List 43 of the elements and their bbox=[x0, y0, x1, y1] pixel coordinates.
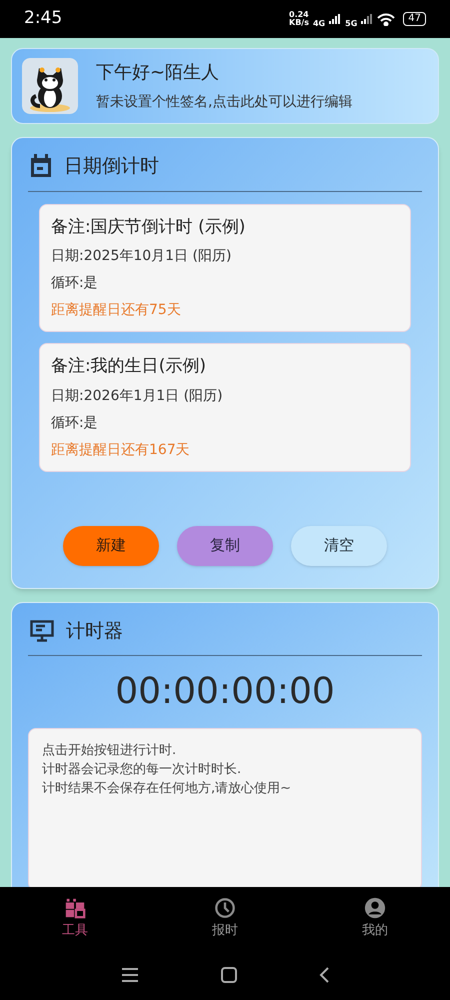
action-button[interactable]: 清空 bbox=[291, 526, 387, 566]
timer-display: 00:00:00:00 bbox=[115, 672, 335, 712]
countdown-remaining: 距离提醒日还有75天 bbox=[51, 301, 182, 320]
countdown-repeat: 循环:是 bbox=[51, 274, 99, 293]
signal-icon bbox=[329, 14, 342, 24]
monitor-icon bbox=[30, 620, 54, 642]
clock-icon bbox=[214, 896, 236, 919]
countdown-note: 备注:国庆节倒计时 (示例) bbox=[51, 216, 246, 238]
countdown-item-card[interactable]: 备注:国庆节倒计时 (示例) 日期:2025年10月1日 (阳历) 循环:是 距离提醒日还有75天 bbox=[39, 204, 411, 332]
section-title: 日期倒计时 bbox=[64, 154, 159, 179]
nav-tab[interactable]: 我的 bbox=[300, 887, 450, 950]
calendar-grid-icon bbox=[64, 896, 86, 919]
cat-avatar-drawing bbox=[22, 58, 78, 114]
signature-text[interactable]: 暂未设置个性签名,点击此处可以进行编辑 bbox=[96, 92, 352, 113]
network-type: 5G bbox=[345, 18, 358, 30]
timer-log-line: 点击开始按钮进行计时. bbox=[42, 742, 178, 760]
nav-tab[interactable]: 工具 bbox=[0, 887, 150, 950]
countdown-item-card[interactable]: 备注:我的生日(示例) 日期:2026年1月1日 (阳历) 循环:是 距离提醒日还有167天 bbox=[39, 343, 411, 472]
action-button[interactable]: 复制 bbox=[177, 526, 273, 566]
countdown-remaining: 距离提醒日还有167天 bbox=[51, 440, 191, 460]
wifi-icon bbox=[377, 12, 396, 26]
countdown-date: 日期:2025年10月1日 (阳历) bbox=[51, 247, 232, 266]
network-type: 4G bbox=[312, 18, 326, 30]
home-icon[interactable] bbox=[221, 967, 237, 983]
status-time: 2:45 bbox=[24, 7, 62, 30]
timer-log-line: 计时结果不会保存在任何地方,请放心使用~ bbox=[42, 780, 292, 798]
countdown-repeat: 循环:是 bbox=[51, 414, 99, 432]
calendar-icon bbox=[30, 154, 52, 178]
network-speed: 0.24 bbox=[289, 11, 309, 19]
greeting-text: 下午好~陌生人 bbox=[96, 61, 220, 85]
profile-card[interactable]: 下午好~陌生人 暂未设置个性签名,点击此处可以进行编辑 bbox=[11, 48, 439, 124]
user-icon bbox=[364, 896, 386, 919]
network-speed-unit: KB/s bbox=[289, 19, 309, 27]
timer-log-line: 计时器会记录您的每一次计时时长. bbox=[42, 761, 242, 779]
countdown-note: 备注:我的生日(示例) bbox=[51, 355, 207, 378]
signal-icon bbox=[361, 14, 374, 24]
section-title: 计时器 bbox=[66, 618, 123, 644]
back-icon[interactable] bbox=[319, 967, 329, 983]
menu-icon[interactable] bbox=[121, 968, 139, 982]
nav-tab[interactable]: 报时 bbox=[150, 887, 300, 950]
battery-indicator: 47 bbox=[403, 12, 426, 26]
countdown-date: 日期:2026年1月1日 (阳历) bbox=[51, 386, 224, 406]
action-button[interactable]: 新建 bbox=[63, 526, 159, 566]
